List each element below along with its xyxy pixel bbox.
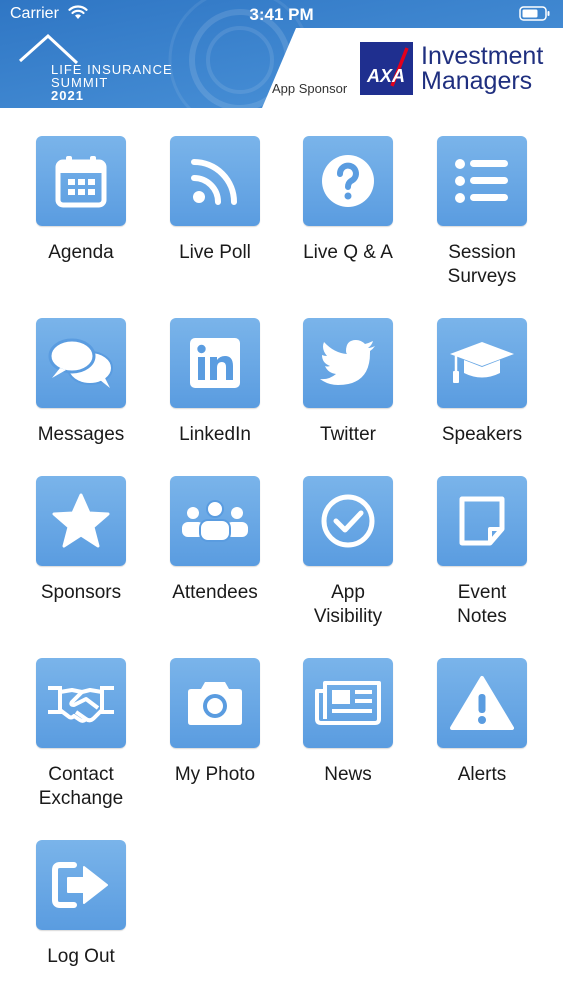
menu-label-line2: Notes	[457, 606, 507, 627]
menu-label: Sponsors	[14, 581, 148, 605]
warning-icon	[450, 676, 514, 730]
messages-button[interactable]	[36, 318, 126, 408]
menu-label-line1: Attendees	[172, 582, 258, 603]
logout-icon	[52, 862, 108, 908]
menu-label-line1: News	[324, 764, 372, 785]
agenda-button[interactable]	[36, 136, 126, 226]
menu-label-line1: Event	[457, 582, 507, 603]
battery-icon	[519, 6, 550, 21]
sponsor-banner[interactable]: Carrier 3:41 PM LIFE INSURANCE SUMMIT 20…	[0, 0, 563, 108]
menu-label: Event Notes	[415, 581, 549, 629]
status-bar: Carrier 3:41 PM	[0, 0, 563, 28]
menu-label: Agenda	[14, 241, 148, 265]
menu-label: LinkedIn	[148, 423, 282, 447]
menu-label: Messages	[14, 423, 148, 447]
menu-label: App Visibility	[281, 581, 415, 629]
menu-label: Alerts	[415, 763, 549, 787]
menu-label-line2: Surveys	[447, 266, 517, 287]
sponsor-name-line2: Managers	[421, 67, 533, 95]
menu-label-line1: Sponsors	[40, 582, 122, 603]
menu-label-line1: Twitter	[320, 424, 376, 445]
my-photo-button[interactable]	[170, 658, 260, 748]
live-poll-button[interactable]	[170, 136, 260, 226]
check-circle-icon	[321, 494, 375, 548]
handshake-icon	[48, 686, 114, 723]
menu-label-line1: Live Q & A	[303, 242, 393, 263]
menu-label-line2: Visibility	[313, 606, 383, 627]
menu-label-line1: App	[331, 582, 365, 603]
calendar-icon	[55, 156, 107, 208]
menu-label: Twitter	[281, 423, 415, 447]
contact-exchange-button[interactable]	[36, 658, 126, 748]
menu-label: Live Poll	[148, 241, 282, 265]
list-icon	[455, 159, 508, 203]
question-icon	[322, 155, 374, 207]
menu-label-line1: LinkedIn	[179, 424, 251, 445]
menu-label-line1: Contact	[48, 764, 114, 785]
note-icon	[459, 496, 505, 546]
sponsor-label: App Sponsor	[272, 81, 348, 96]
alerts-button[interactable]	[437, 658, 527, 748]
news-button[interactable]	[303, 658, 393, 748]
menu-label-line1: Alerts	[457, 764, 507, 785]
menu-label-line1: Speakers	[441, 424, 523, 445]
live-qa-button[interactable]	[303, 136, 393, 226]
menu-label: News	[281, 763, 415, 787]
chat-bubbles-icon	[48, 338, 113, 388]
people-icon	[182, 500, 248, 542]
menu-label: Log Out	[14, 945, 148, 969]
speakers-button[interactable]	[437, 318, 527, 408]
app-visibility-button[interactable]	[303, 476, 393, 566]
sponsor-name: Investment Managers	[421, 44, 543, 94]
rss-icon	[191, 159, 237, 205]
event-year: 2021	[51, 88, 84, 103]
axa-logo-text: AXA	[366, 66, 405, 86]
linkedin-icon	[190, 338, 240, 388]
attendees-button[interactable]	[170, 476, 260, 566]
camera-icon	[188, 682, 242, 725]
menu-label-line1: Agenda	[48, 242, 114, 263]
menu-label-line1: Log Out	[47, 946, 115, 967]
event-title: LIFE INSURANCE SUMMIT 2021	[51, 63, 173, 102]
menu-label: Speakers	[415, 423, 549, 447]
newspaper-icon	[315, 681, 381, 725]
event-notes-button[interactable]	[437, 476, 527, 566]
log-out-button[interactable]	[36, 840, 126, 930]
menu-label-line1: My Photo	[174, 764, 256, 785]
menu-label-line2: Exchange	[38, 788, 124, 809]
menu-label: Contact Exchange	[14, 763, 148, 811]
sponsors-button[interactable]	[36, 476, 126, 566]
menu-label-line1: Messages	[37, 424, 125, 445]
menu-label-line1: Live Poll	[179, 242, 251, 263]
menu-label: Live Q & A	[281, 241, 415, 265]
twitter-button[interactable]	[303, 318, 393, 408]
star-icon	[52, 493, 110, 548]
menu-label: My Photo	[148, 763, 282, 787]
session-surveys-button[interactable]	[437, 136, 527, 226]
graduation-cap-icon	[450, 342, 514, 383]
axa-logo-icon: AXA	[360, 42, 413, 95]
linkedin-button[interactable]	[170, 318, 260, 408]
menu-label: Session Surveys	[415, 241, 549, 289]
status-time: 3:41 PM	[249, 5, 314, 24]
menu-label-line1: Session	[448, 242, 516, 263]
twitter-icon	[320, 340, 375, 385]
sponsor-name-line1: Investment	[421, 42, 544, 70]
menu-label: Attendees	[148, 581, 282, 605]
